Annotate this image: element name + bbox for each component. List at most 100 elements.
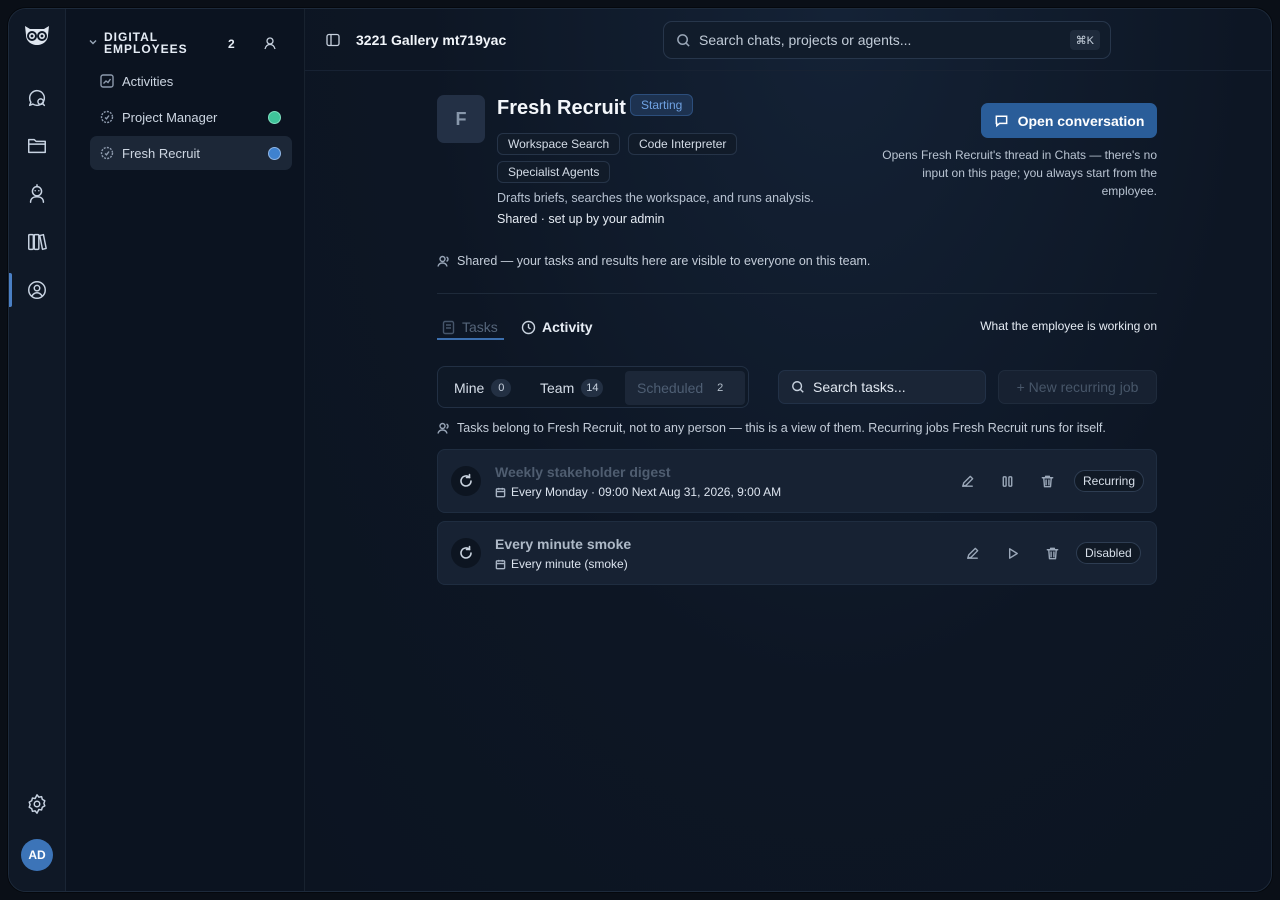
open-conversation-note: Opens Fresh Recruit's thread in Chats — … <box>882 148 1157 198</box>
pencil-icon <box>961 475 973 487</box>
edit-task-button[interactable] <box>963 544 981 562</box>
add-employee-icon[interactable] <box>262 35 278 51</box>
task-row[interactable]: Every minute smoke Every minute (smoke) … <box>437 521 1157 585</box>
task-search-input[interactable] <box>813 379 973 395</box>
sidebar-section-title: DIGITAL EMPLOYEES <box>104 30 188 56</box>
filter-count: 0 <box>491 379 512 397</box>
tab-underline <box>437 338 504 340</box>
open-conversation-label: Open conversation <box>1017 112 1145 129</box>
task-row[interactable]: Weekly stakeholder digest Every Monday ·… <box>437 449 1157 513</box>
library-icon[interactable] <box>23 228 51 256</box>
sidebar-item-label: Project Manager <box>122 109 218 125</box>
task-schedule-text: Every minute (smoke) <box>511 557 628 571</box>
employee-ownership: Shared · set up by your admin <box>497 212 665 226</box>
search-icon <box>792 381 804 393</box>
status-dot-starting <box>268 147 281 160</box>
task-search[interactable] <box>778 370 986 404</box>
tab-label: Tasks <box>462 319 498 335</box>
rail-active-indicator <box>9 273 12 307</box>
sidebar-item-activities[interactable]: Activities <box>90 64 292 98</box>
delete-task-button[interactable] <box>1043 544 1061 562</box>
app-window: AD DIGITAL EMPLOYEES 2 Activities Projec… <box>8 8 1272 892</box>
status-badge: Starting <box>630 94 694 116</box>
task-scope-switcher: Mine 0 Team 14 Scheduled 2 <box>437 366 749 408</box>
new-recurring-job-button[interactable]: + New recurring job <box>998 370 1157 404</box>
task-state-badge: Disabled <box>1076 542 1141 564</box>
recurring-icon <box>451 466 481 496</box>
filter-count: 2 <box>717 382 724 394</box>
status-dot-online <box>268 111 281 124</box>
filter-label: Mine <box>454 380 485 396</box>
tasks-note-text: Tasks belong to Fresh Recruit, not to an… <box>457 421 1106 435</box>
clock-icon <box>521 320 536 334</box>
section-divider <box>437 293 1157 294</box>
tool-chip: Specialist Agents <box>497 161 611 183</box>
tool-chip: Workspace Search <box>497 133 621 155</box>
sidebar-section-header[interactable]: DIGITAL EMPLOYEES 2 <box>88 31 288 57</box>
open-conversation-button[interactable]: Open conversation <box>981 103 1157 138</box>
tool-chip: Code Interpreter <box>628 133 738 155</box>
sidebar-item-fresh-recruit[interactable]: Fresh Recruit <box>90 136 292 170</box>
task-title: Weekly stakeholder digest <box>495 464 671 480</box>
employees-sidebar: DIGITAL EMPLOYEES 2 Activities Project M… <box>66 9 305 891</box>
employee-gear-icon <box>100 110 114 124</box>
task-title: Every minute smoke <box>495 536 632 552</box>
employee-gear-icon <box>100 146 114 160</box>
trash-icon <box>1046 547 1058 559</box>
tasks-ownership-note: Tasks belong to Fresh Recruit, not to an… <box>437 421 1106 435</box>
filter-label: Team <box>540 380 575 396</box>
filter-scheduled[interactable]: Scheduled 2 <box>625 371 745 405</box>
workspace-title: 3221 Gallery mt719yac <box>356 32 507 48</box>
sidebar-item-label: Activities <box>122 73 174 89</box>
employee-description: Drafts briefs, searches the workspace, a… <box>497 191 814 205</box>
owl-logo-icon[interactable] <box>22 23 52 47</box>
task-schedule: Every Monday · 09:00 Next Aug 31, 2026, … <box>495 485 781 499</box>
main-panel: 3221 Gallery mt719yac ⌘K F Fresh Recruit… <box>305 9 1271 891</box>
digital-employee-icon[interactable] <box>23 276 51 304</box>
shared-visibility-note: Shared — your tasks and results here are… <box>437 254 870 268</box>
chevron-down-icon[interactable] <box>88 37 98 47</box>
employee-avatar: F <box>437 95 485 143</box>
task-state-badge: Recurring <box>1074 470 1145 492</box>
sidebar-item-project-manager[interactable]: Project Manager <box>90 100 292 134</box>
filter-mine[interactable]: Mine 0 <box>454 371 512 405</box>
recurring-icon <box>451 538 481 568</box>
pause-icon <box>1002 475 1012 487</box>
trash-icon <box>1041 475 1053 487</box>
sidebar-item-label: Fresh Recruit <box>122 145 201 161</box>
delete-task-button[interactable] <box>1038 472 1056 490</box>
tasks-icon <box>442 320 455 334</box>
tabs-caption: What the employee is working on <box>980 319 1157 333</box>
chat-bubble-icon <box>995 115 1007 128</box>
users-icon <box>437 255 449 267</box>
tab-label: Activity <box>542 319 593 335</box>
calendar-icon <box>495 559 506 569</box>
employee-name: Fresh Recruit <box>497 97 626 119</box>
agent-robot-icon[interactable] <box>23 180 51 208</box>
toggle-sidebar-icon[interactable] <box>325 32 341 48</box>
folder-icon[interactable] <box>23 132 51 160</box>
run-task-button[interactable] <box>1003 544 1021 562</box>
activity-chart-icon <box>100 74 114 88</box>
task-schedule: Every minute (smoke) <box>495 557 628 571</box>
filter-label: Scheduled <box>637 380 704 396</box>
top-bar: 3221 Gallery mt719yac ⌘K <box>305 9 1271 71</box>
play-icon <box>1008 547 1018 559</box>
global-search[interactable]: ⌘K <box>663 21 1111 59</box>
user-avatar[interactable]: AD <box>21 839 53 871</box>
tab-tasks[interactable]: Tasks <box>441 313 498 341</box>
edit-task-button[interactable] <box>958 472 976 490</box>
global-search-input[interactable] <box>699 32 1059 48</box>
icon-rail: AD <box>9 9 66 891</box>
employee-count: 2 <box>228 37 235 51</box>
users-icon <box>437 422 449 434</box>
shared-note-text: Shared — your tasks and results here are… <box>457 254 871 268</box>
search-shortcut-badge: ⌘K <box>1069 30 1100 50</box>
settings-icon[interactable] <box>23 790 51 818</box>
chats-icon[interactable] <box>23 84 51 112</box>
tab-activity[interactable]: Activity <box>521 313 593 341</box>
filter-team[interactable]: Team 14 <box>540 371 604 405</box>
pause-task-button[interactable] <box>998 472 1016 490</box>
pencil-icon <box>966 547 978 559</box>
task-schedule-text: Every Monday · 09:00 Next Aug 31, 2026, … <box>511 485 782 499</box>
